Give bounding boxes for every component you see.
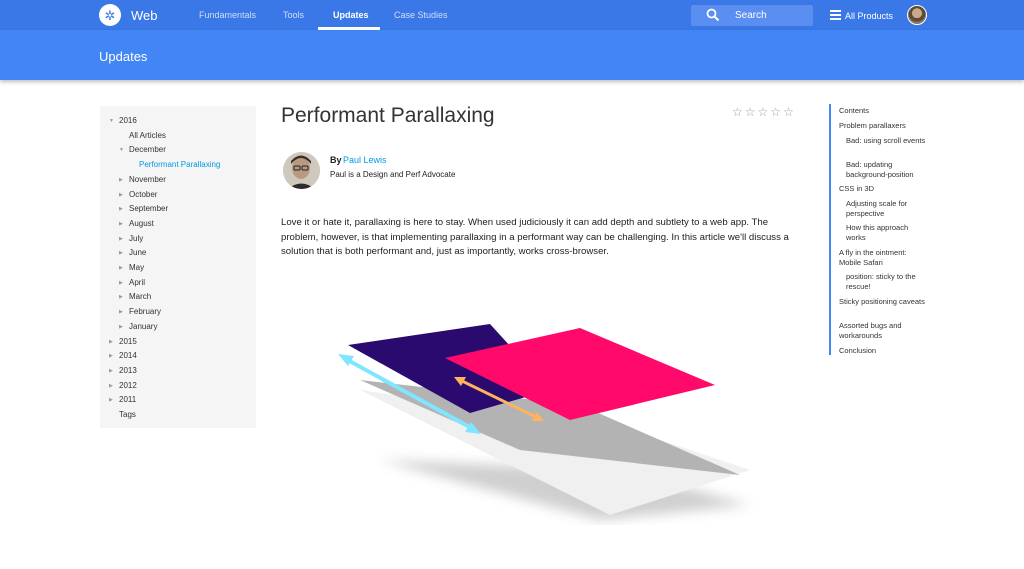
- sidebar-item[interactable]: 2016: [119, 116, 137, 125]
- toc-indicator-bar: [829, 104, 831, 355]
- sidebar-item[interactable]: June: [129, 248, 146, 257]
- site-title[interactable]: Web: [131, 8, 158, 23]
- sidebar-item[interactable]: 2014: [119, 351, 137, 360]
- nav-tab-case-studies[interactable]: Case Studies: [394, 10, 448, 20]
- search-icon[interactable]: [706, 8, 720, 22]
- toc-item[interactable]: A fly in the ointment: Mobile Safari: [839, 248, 927, 268]
- chevron-icon[interactable]: ▶: [109, 397, 113, 403]
- toc-item[interactable]: Bad: using scroll events: [846, 136, 928, 146]
- rating-stars[interactable]: ☆ ☆ ☆ ☆ ☆: [732, 106, 794, 118]
- chevron-icon[interactable]: ▶: [119, 206, 123, 212]
- sidebar-item[interactable]: February: [129, 307, 161, 316]
- author-avatar: [283, 152, 320, 189]
- section-title: Updates: [99, 49, 148, 64]
- chevron-icon[interactable]: ▶: [119, 250, 123, 256]
- sidebar-item[interactable]: December: [129, 145, 166, 154]
- star-icon[interactable]: ☆: [758, 106, 769, 118]
- sidebar-item[interactable]: May: [129, 263, 144, 272]
- sidebar-item[interactable]: 2012: [119, 381, 137, 390]
- sidebar-item[interactable]: July: [129, 234, 143, 243]
- toc-item[interactable]: How this approach works: [846, 223, 928, 243]
- sidebar-item[interactable]: March: [129, 292, 151, 301]
- author-by-label: By: [330, 155, 342, 165]
- chevron-icon[interactable]: ▶: [109, 368, 113, 374]
- chevron-icon[interactable]: ▼: [119, 147, 124, 153]
- chevron-icon[interactable]: ▶: [119, 280, 123, 286]
- article-title: Performant Parallaxing: [281, 104, 495, 127]
- author-name-link[interactable]: Paul Lewis: [343, 155, 387, 165]
- sidebar-item[interactable]: September: [129, 204, 168, 213]
- search-input[interactable]: Search: [735, 10, 767, 21]
- sidebar-item[interactable]: Tags: [119, 410, 136, 419]
- section-header: [0, 30, 1024, 80]
- chevron-icon[interactable]: ▶: [119, 192, 123, 198]
- list-icon[interactable]: [830, 10, 841, 20]
- chevron-icon[interactable]: ▶: [119, 236, 123, 242]
- user-avatar[interactable]: [907, 5, 927, 25]
- chevron-icon[interactable]: ▶: [119, 221, 123, 227]
- author-description: Paul is a Design and Perf Advocate: [330, 170, 456, 179]
- chevron-icon[interactable]: ▶: [109, 339, 113, 345]
- nav-tab-tools[interactable]: Tools: [283, 10, 304, 20]
- star-icon[interactable]: ☆: [783, 106, 794, 118]
- chevron-icon[interactable]: ▶: [109, 383, 113, 389]
- star-icon[interactable]: ☆: [745, 106, 756, 118]
- sidebar-item[interactable]: August: [129, 219, 154, 228]
- sidebar-item[interactable]: 2015: [119, 337, 137, 346]
- web-logo-icon[interactable]: ✲: [99, 4, 121, 26]
- star-icon[interactable]: ☆: [770, 106, 781, 118]
- star-icon[interactable]: ☆: [732, 106, 743, 118]
- sidebar-item[interactable]: October: [129, 190, 157, 199]
- sidebar-item[interactable]: 2013: [119, 366, 137, 375]
- sidebar-item[interactable]: All Articles: [129, 131, 166, 140]
- chevron-icon[interactable]: ▶: [119, 309, 123, 315]
- sidebar-item[interactable]: November: [129, 175, 166, 184]
- toc-item[interactable]: Bad: updating background-position: [846, 160, 928, 180]
- chevron-icon[interactable]: ▶: [109, 353, 113, 359]
- chevron-icon[interactable]: ▶: [119, 294, 123, 300]
- chevron-icon[interactable]: ▼: [109, 118, 114, 124]
- sidebar-item[interactable]: April: [129, 278, 145, 287]
- nav-tab-fundamentals[interactable]: Fundamentals: [199, 10, 256, 20]
- toc-item[interactable]: Sticky positioning caveats: [839, 297, 927, 307]
- article-intro: Love it or hate it, parallaxing is here …: [281, 217, 789, 257]
- toc-item[interactable]: CSS in 3D: [839, 184, 927, 194]
- sidebar-item[interactable]: 2011: [119, 395, 136, 404]
- toc-heading: Contents: [839, 106, 870, 115]
- sidebar-item[interactable]: Performant Parallaxing: [139, 160, 220, 169]
- chevron-icon[interactable]: ▶: [119, 265, 123, 271]
- sidebar-item[interactable]: January: [129, 322, 157, 331]
- toc-item[interactable]: Adjusting scale for perspective: [846, 199, 928, 219]
- chevron-icon[interactable]: ▶: [119, 324, 123, 330]
- all-products-button[interactable]: All Products: [845, 11, 893, 21]
- toc-item[interactable]: Problem parallaxers: [839, 121, 927, 131]
- nav-tab-updates[interactable]: Updates: [333, 10, 369, 20]
- parallax-hero-illustration: [338, 324, 750, 520]
- toc-item[interactable]: Assorted bugs and workarounds: [839, 321, 927, 341]
- toc-item[interactable]: Conclusion: [839, 346, 927, 356]
- toc-item[interactable]: position: sticky to the rescue!: [846, 272, 928, 292]
- chevron-icon[interactable]: ▶: [119, 177, 123, 183]
